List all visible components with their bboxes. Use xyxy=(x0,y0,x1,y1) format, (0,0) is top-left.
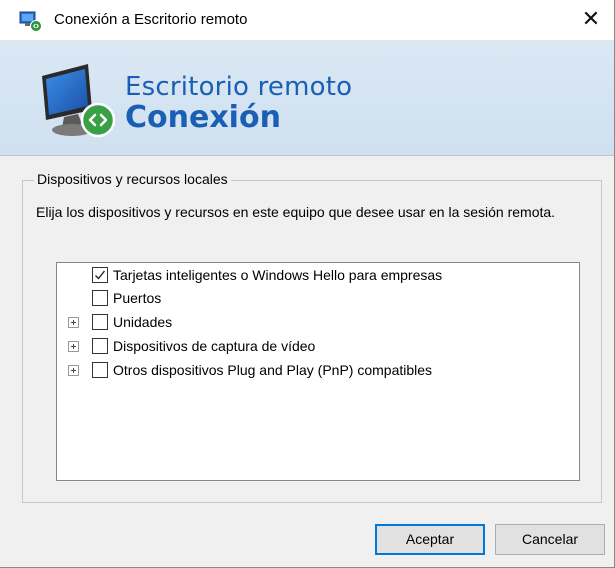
device-label: Otros dispositivos Plug and Play (PnP) c… xyxy=(113,362,433,378)
banner-title-line2: Conexión xyxy=(125,100,281,135)
remote-desktop-app-icon xyxy=(19,11,42,32)
device-checkbox[interactable] xyxy=(92,362,108,378)
checkmark-icon xyxy=(95,270,106,280)
device-label: Unidades xyxy=(113,314,173,330)
device-row-ports[interactable]: Puertos xyxy=(57,288,577,310)
device-checkbox[interactable] xyxy=(92,338,108,354)
banner-title-line1: Escritorio remoto xyxy=(125,72,353,102)
device-tree[interactable]: Tarjetas inteligentes o Windows Hello pa… xyxy=(56,262,580,481)
device-label: Tarjetas inteligentes o Windows Hello pa… xyxy=(113,267,443,283)
expand-plus-icon[interactable] xyxy=(68,317,79,328)
device-checkbox[interactable] xyxy=(92,314,108,330)
expand-plus-icon[interactable] xyxy=(68,341,79,352)
expand-plus-icon[interactable] xyxy=(68,365,79,376)
title-bar[interactable]: Conexión a Escritorio remoto ✕ xyxy=(0,0,614,40)
device-row-drives[interactable]: Unidades xyxy=(57,312,577,334)
group-legend: Dispositivos y recursos locales xyxy=(34,171,231,187)
cancel-button[interactable]: Cancelar xyxy=(495,524,605,555)
device-label: Dispositivos de captura de vídeo xyxy=(113,338,316,354)
device-label: Puertos xyxy=(113,290,162,306)
close-icon: ✕ xyxy=(581,7,601,32)
close-button[interactable]: ✕ xyxy=(568,0,614,40)
device-row-smart-cards[interactable]: Tarjetas inteligentes o Windows Hello pa… xyxy=(57,265,577,287)
device-row-video-capture[interactable]: Dispositivos de captura de vídeo xyxy=(57,336,577,358)
remote-desktop-dialog: Conexión a Escritorio remoto ✕ Escritori… xyxy=(0,0,615,568)
group-description: Elija los dispositivos y recursos en est… xyxy=(36,204,556,220)
remote-desktop-monitor-icon xyxy=(42,64,116,138)
device-checkbox[interactable] xyxy=(92,267,108,283)
device-checkbox[interactable] xyxy=(92,290,108,306)
ok-button[interactable]: Aceptar xyxy=(375,524,485,555)
window-title: Conexión a Escritorio remoto xyxy=(54,11,248,28)
device-row-pnp[interactable]: Otros dispositivos Plug and Play (PnP) c… xyxy=(57,360,577,382)
header-banner: Escritorio remoto Conexión xyxy=(0,40,614,156)
